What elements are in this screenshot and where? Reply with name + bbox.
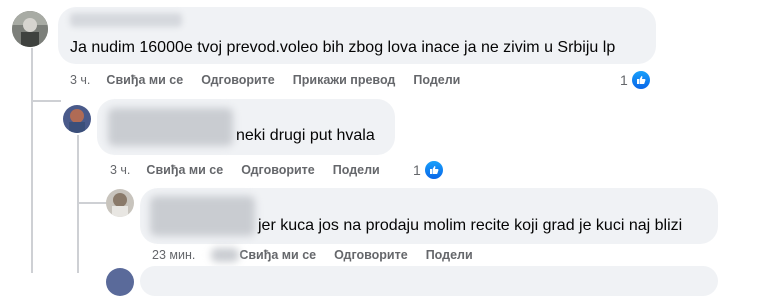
- avatar[interactable]: [106, 268, 134, 296]
- comment-bubble: [140, 266, 718, 296]
- avatar-photo-icon: [63, 105, 91, 133]
- reply-button[interactable]: Одговорите: [201, 73, 275, 87]
- comment-text: jer kuca jos na prodaju molim recite koj…: [258, 217, 683, 234]
- share-button[interactable]: Подели: [426, 248, 473, 262]
- reply-button[interactable]: Одговорите: [241, 163, 315, 177]
- timestamp[interactable]: 3 ч.: [70, 73, 90, 87]
- avatar[interactable]: [106, 189, 134, 217]
- avatar[interactable]: [12, 11, 48, 47]
- thread-line-branch: [31, 100, 61, 102]
- like-thumb-icon: [630, 70, 651, 90]
- timestamp[interactable]: 3 ч.: [110, 163, 130, 177]
- like-button[interactable]: Свиђа ми се: [106, 73, 183, 87]
- comment-actions: 23 мин. Свиђа ми се Одговорите Подели: [152, 246, 491, 264]
- reaction-summary[interactable]: 1: [620, 70, 651, 90]
- avatar[interactable]: [63, 105, 91, 133]
- author-name-redacted: [108, 108, 233, 146]
- like-button[interactable]: Свиђа ми се: [146, 163, 223, 177]
- author-name-redacted: [70, 13, 182, 27]
- thread-line-reply: [77, 135, 79, 273]
- reaction-summary[interactable]: 1: [413, 160, 444, 180]
- see-translation-button[interactable]: Прикажи превод: [293, 73, 396, 87]
- comment-actions: 3 ч. Свиђа ми се Одговорите Прикажи прев…: [70, 71, 478, 89]
- like-button[interactable]: Свиђа ми се: [239, 248, 316, 262]
- like-button-obscured: [211, 248, 240, 262]
- avatar-photo-icon: [106, 189, 134, 217]
- share-button[interactable]: Подели: [333, 163, 380, 177]
- comment-text: Ja nudim 16000e tvoj prevod.voleo bih zb…: [70, 39, 616, 56]
- reaction-count: 1: [620, 72, 628, 88]
- reaction-count: 1: [413, 162, 421, 178]
- reply-button[interactable]: Одговорите: [334, 248, 408, 262]
- share-button[interactable]: Подели: [413, 73, 460, 87]
- timestamp[interactable]: 23 мин.: [152, 248, 195, 262]
- comment-text: neki drugi put hvala: [236, 127, 375, 144]
- comment-actions: 3 ч. Свиђа ми се Одговорите Подели: [110, 161, 398, 179]
- thread-line-main: [31, 48, 33, 273]
- like-thumb-icon: [423, 160, 444, 180]
- avatar-photo-icon: [12, 11, 48, 47]
- author-name-redacted: [150, 196, 255, 236]
- thread-line-reply-branch: [77, 202, 107, 204]
